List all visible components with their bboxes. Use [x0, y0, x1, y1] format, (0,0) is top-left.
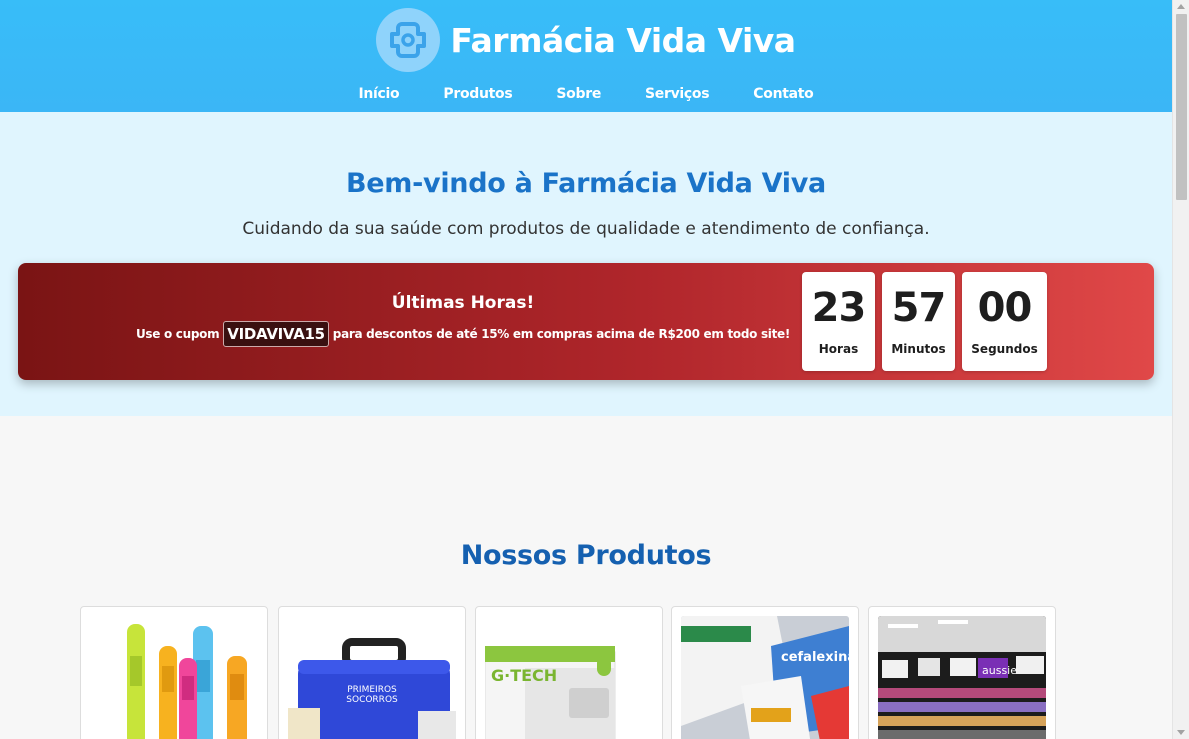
brand[interactable]: Farmácia Vida Viva	[0, 8, 1172, 72]
scroll-up-icon[interactable]	[1177, 4, 1185, 9]
promo-text: Últimas Horas! Use o cupom VIDAVIVA15 pa…	[123, 293, 803, 347]
timer-minutes: 57 Minutos	[882, 272, 955, 371]
page-scrollbar[interactable]	[1172, 0, 1189, 739]
product-card[interactable]: PRIMEIROS SOCORROS	[278, 606, 466, 739]
timer-minutes-label: Minutos	[891, 342, 946, 356]
gtech-label: G·TECH	[491, 666, 558, 685]
blood-pressure-monitor-image: G·TECH	[485, 616, 653, 739]
product-card[interactable]: aussie	[868, 606, 1056, 739]
hero-subtitle: Cuidando da sua saúde com produtos de qu…	[242, 219, 930, 239]
page: Farmácia Vida Viva Início Produtos Sobre…	[0, 0, 1172, 739]
product-card[interactable]: G·TECH	[475, 606, 663, 739]
nav-sobre[interactable]: Sobre	[534, 86, 623, 102]
medical-cross-icon	[376, 8, 441, 72]
medicine-boxes-image: cefalexina	[681, 616, 849, 739]
thermometers-image	[119, 616, 267, 739]
coupon-code[interactable]: VIDAVIVA15	[223, 321, 329, 347]
scroll-down-icon[interactable]	[1177, 730, 1185, 735]
timer-hours-value: 23	[811, 285, 867, 331]
timer-minutes-value: 57	[891, 285, 947, 331]
nav-inicio[interactable]: Início	[336, 86, 421, 102]
promo-banner: Últimas Horas! Use o cupom VIDAVIVA15 pa…	[18, 263, 1154, 380]
timer-hours: 23 Horas	[802, 272, 875, 371]
promo-title: Últimas Horas!	[391, 293, 535, 313]
promo-line-after: para descontos de até 15% em compras aci…	[332, 327, 791, 341]
products-title: Nossos Produtos	[460, 540, 712, 571]
promo-line-before: Use o cupom	[135, 327, 220, 341]
timer-seconds: 00 Segundos	[962, 272, 1047, 371]
scroll-thumb[interactable]	[1176, 14, 1187, 200]
kit-label: PRIMEIROS SOCORROS	[346, 685, 398, 705]
nav-contato[interactable]: Contato	[731, 86, 835, 102]
timer-seconds-label: Segundos	[971, 342, 1038, 356]
main-nav: Início Produtos Sobre Serviços Contato	[0, 86, 1172, 102]
hero-section: Bem-vindo à Farmácia Vida Viva Cuidando …	[0, 112, 1172, 416]
timer-hours-label: Horas	[818, 342, 859, 356]
first-aid-kit-image: PRIMEIROS SOCORROS	[288, 616, 456, 739]
products-section: Nossos Produtos PRIMEIROS SOCORROS G·TEC…	[0, 416, 1172, 739]
hero-title: Bem-vindo à Farmácia Vida Viva	[346, 168, 826, 199]
brand-name: Farmácia Vida Viva	[450, 20, 796, 60]
nav-produtos[interactable]: Produtos	[421, 86, 534, 102]
cefalexina-label: cefalexina	[781, 650, 849, 665]
product-card[interactable]: cefalexina	[671, 606, 859, 739]
store-shelves-image: aussie	[878, 616, 1046, 739]
site-header: Farmácia Vida Viva Início Produtos Sobre…	[0, 0, 1172, 112]
timer-seconds-value: 00	[977, 285, 1033, 331]
aussie-label: aussie	[982, 664, 1017, 677]
promo-line: Use o cupom VIDAVIVA15 para descontos de…	[123, 321, 803, 347]
product-card[interactable]	[80, 606, 268, 739]
countdown-timer: 23 Horas 57 Minutos 00 Segundos	[802, 272, 1047, 371]
nav-servicos[interactable]: Serviços	[623, 86, 731, 102]
